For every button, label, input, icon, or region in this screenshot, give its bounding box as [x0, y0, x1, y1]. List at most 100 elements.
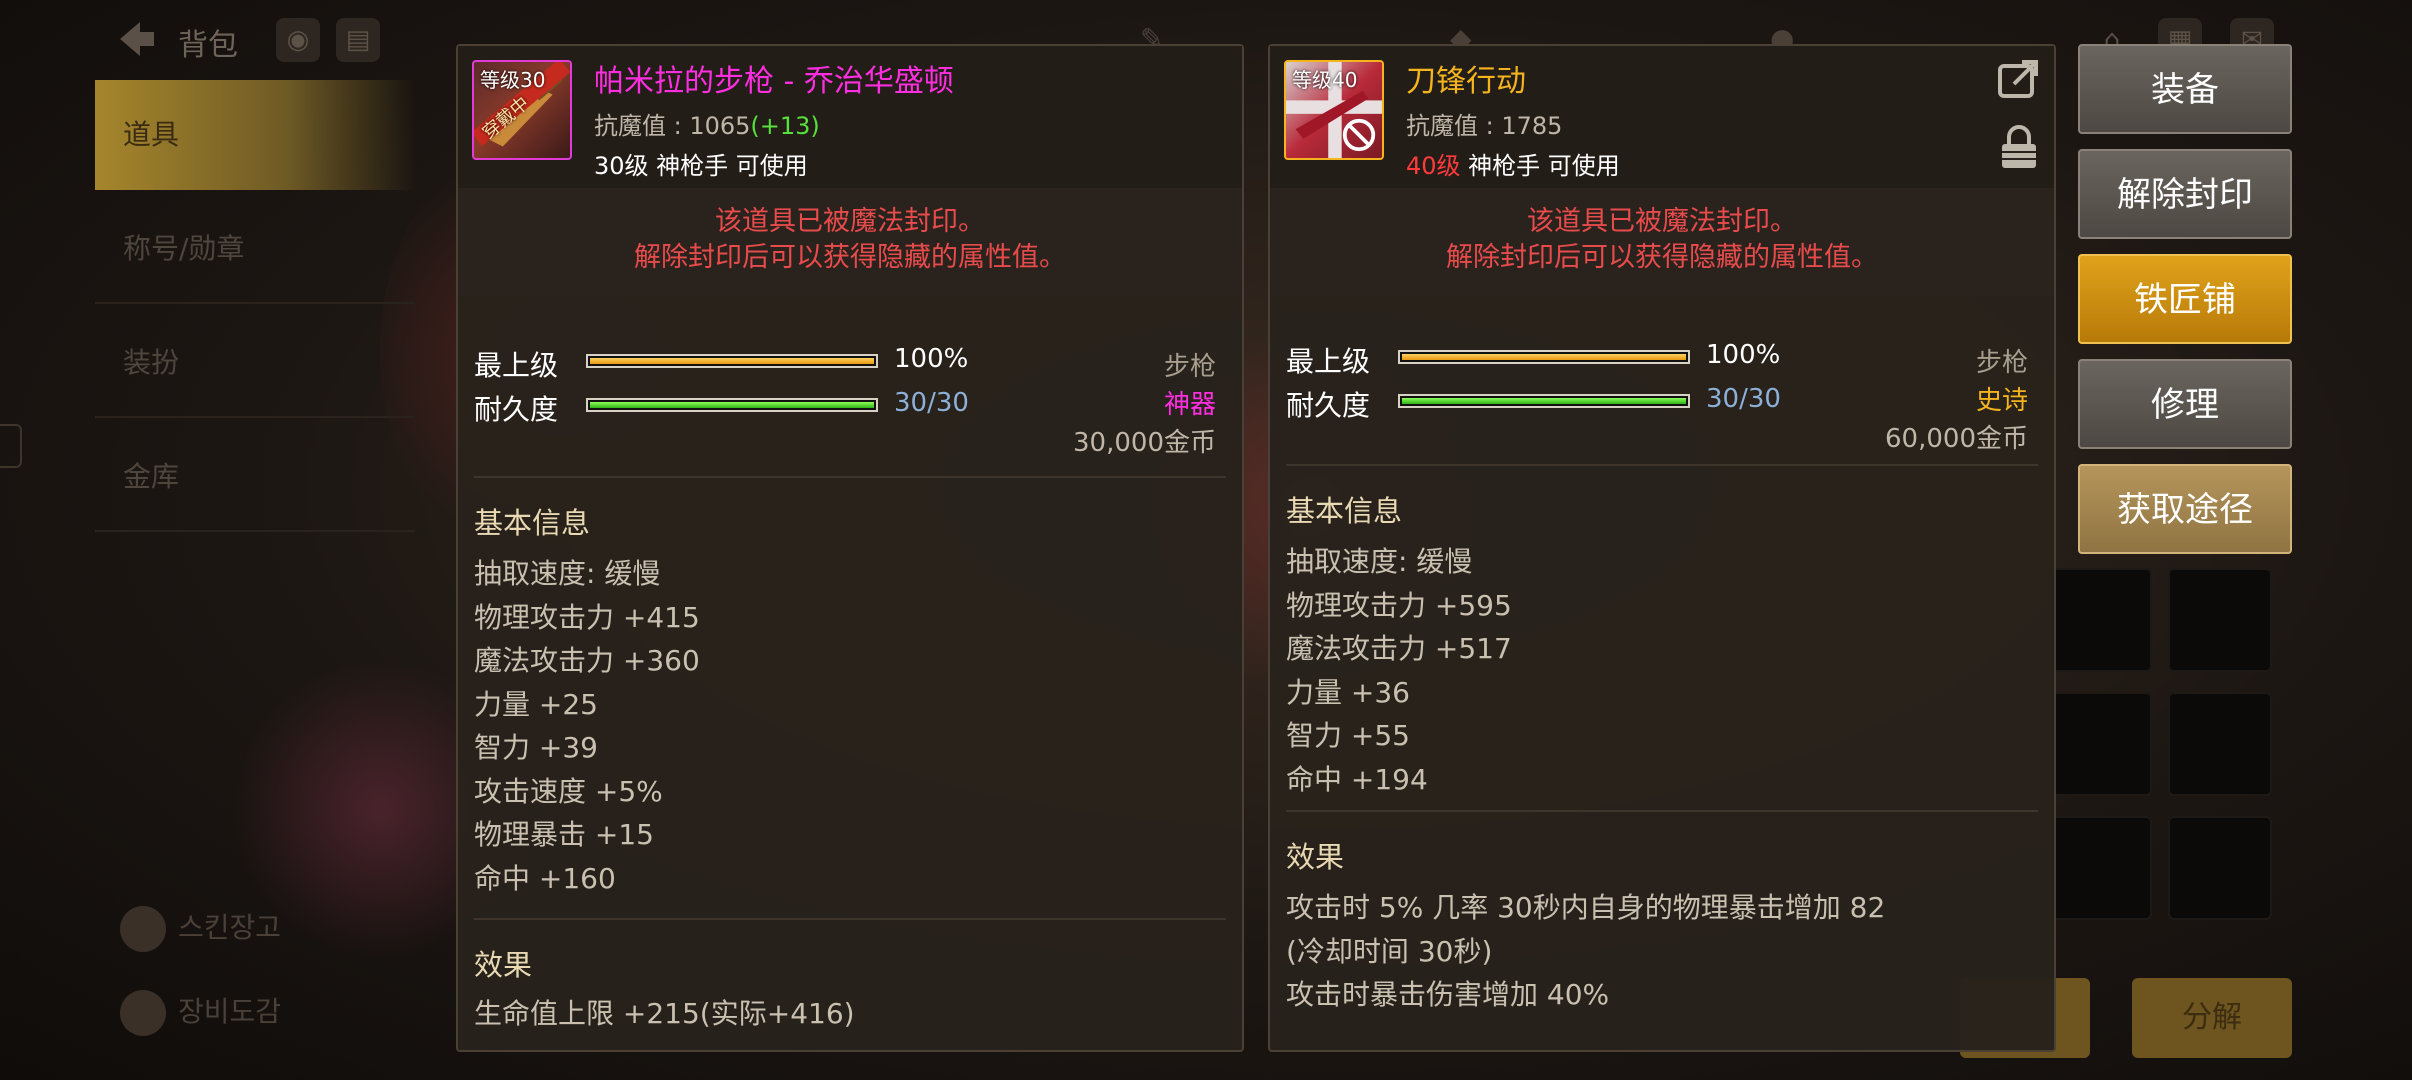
effect-line: 生命值上限 +215(实际+416) — [474, 997, 855, 1030]
sidebar-bottom-label: 스킨장고 — [178, 911, 282, 944]
equip-button[interactable]: 装备 — [2078, 44, 2292, 134]
lock-icon[interactable] — [1996, 124, 2042, 170]
repair-button[interactable]: 修理 — [2078, 359, 2292, 449]
level-req-class: 神枪手 可使用 — [1460, 152, 1620, 180]
sidebar-item-costume[interactable]: 装扮 — [95, 308, 415, 418]
item-header: 等级40 刀锋行动 抗魔值 : 1785 40级 神枪手 可使用 — [1270, 46, 2054, 188]
basic-info-title: 基本信息 — [474, 506, 591, 540]
skin-storage-icon — [120, 906, 166, 952]
seal-line-2: 解除封印后可以获得隐藏的属性值。 — [634, 242, 1066, 273]
grade-row: 最上级 100% — [1286, 340, 1926, 378]
stat-line: 力量 +25 — [474, 687, 598, 721]
divider — [474, 476, 1226, 478]
decompose-button[interactable]: 分解 — [2132, 978, 2292, 1058]
sidebar-bottom-item-1[interactable]: 스킨장고 — [120, 906, 281, 952]
stat-line: 魔法攻击力 +360 — [474, 644, 700, 677]
decompose-label: 分解 — [2182, 1000, 2242, 1035]
item-name: 帕米拉的步枪 - 乔治华盛顿 — [594, 64, 954, 99]
inventory-slot[interactable] — [2168, 816, 2272, 920]
sidebar-item-items[interactable]: 道具 — [95, 80, 415, 190]
back-arrow-icon — [120, 22, 154, 56]
effect-line: 攻击时暴击伤害增加 40% — [1286, 978, 1610, 1011]
durability-bar — [586, 398, 878, 412]
effect-line: 攻击时 5% 几率 30秒内自身的物理暴击增加 82 — [1286, 891, 1886, 924]
effect-title: 效果 — [1286, 840, 1345, 874]
durability-row: 耐久度 30/30 — [474, 388, 1114, 426]
page-title: 背包 — [178, 28, 238, 63]
obtain-source-button[interactable]: 获取途径 — [2078, 464, 2292, 554]
eye-icon[interactable]: ◉ — [276, 18, 320, 62]
grade-label: 最上级 — [1286, 345, 1371, 378]
grade-label: 最上级 — [474, 349, 559, 382]
share-icon[interactable] — [1996, 56, 2042, 102]
stat-line: 力量 +36 — [1286, 675, 1410, 709]
weapon-type: 步枪 — [1163, 352, 1216, 382]
weapon-type: 步枪 — [1975, 348, 2028, 378]
item-name: 刀锋行动 — [1406, 64, 1526, 99]
price: 30,000金币 — [1073, 428, 1216, 458]
inventory-slot[interactable] — [2048, 692, 2152, 796]
effect-clip: 生命值上限 +215(实际+416) — [458, 992, 1242, 1042]
sidebar-bottom-label: 장비도감 — [178, 995, 282, 1028]
item-level-badge: 等级40 — [1292, 68, 1358, 92]
level-requirement: 40级 神枪手 可使用 — [1406, 146, 1620, 181]
durability-bar — [1398, 394, 1690, 408]
sort-icon[interactable]: ▤ — [336, 18, 380, 62]
inventory-slot[interactable] — [2168, 692, 2272, 796]
seal-notice: 该道具已被魔法封印。 解除封印后可以获得隐藏的属性值。 — [1270, 188, 2054, 296]
level-requirement: 30级 神枪手 可使用 — [594, 146, 808, 181]
durability-value: 30/30 — [1706, 384, 1781, 414]
divider — [1286, 810, 2038, 812]
effect-title: 效果 — [474, 948, 533, 982]
stat-line: 抽取速度: 缓慢 — [1286, 545, 1473, 578]
inventory-slot[interactable] — [2168, 568, 2272, 672]
prohibited-icon — [1342, 118, 1376, 152]
stat-line: 物理攻击力 +415 — [474, 600, 700, 634]
stat-line: 物理暴击 +15 — [474, 818, 654, 851]
sidebar-bottom-item-2[interactable]: 장비도감 — [120, 990, 281, 1036]
durability-bar-fill — [1402, 398, 1686, 404]
magic-resist-value: 抗魔值 : 1785 — [1406, 112, 1563, 140]
stat-line: 命中 +160 — [474, 861, 616, 895]
stat-line: 抽取速度: 缓慢 — [474, 557, 661, 590]
seal-line-2: 解除封印后可以获得隐藏的属性值。 — [1446, 242, 1878, 273]
unseal-button[interactable]: 解除封印 — [2078, 149, 2292, 239]
item-header: 等级30 穿戴中 帕米拉的步枪 - 乔治华盛顿 抗魔值 : 1065(+13) … — [458, 46, 1242, 188]
back-button[interactable] — [110, 14, 160, 64]
effect-line: (冷却时间 30秒) — [1286, 934, 1493, 968]
level-req-value: 40级 — [1406, 152, 1461, 180]
magic-resist: 抗魔值 : 1065(+13) — [594, 106, 820, 141]
grade-row: 最上级 100% — [474, 344, 1114, 382]
item-icon[interactable]: 等级40 — [1284, 60, 1384, 160]
seal-notice: 该道具已被魔法封印。 解除封印后可以获得隐藏的属性值。 — [458, 188, 1242, 296]
grade-value: 100% — [894, 344, 969, 374]
item-icon[interactable]: 等级30 穿戴中 — [472, 60, 572, 160]
durability-value: 30/30 — [894, 388, 969, 418]
grade-bar — [1398, 350, 1690, 364]
selected-item-panel: 等级40 刀锋行动 抗魔值 : 1785 40级 神枪手 可使用 该道具已被魔法… — [1268, 44, 2056, 1052]
durability-label: 耐久度 — [1286, 389, 1371, 422]
item-level-badge: 等级30 — [480, 68, 546, 92]
magic-resist-bonus: (+13) — [750, 112, 820, 140]
inventory-slot[interactable] — [2048, 568, 2152, 672]
equipped-item-panel: 等级30 穿戴中 帕米拉的步枪 - 乔治华盛顿 抗魔值 : 1065(+13) … — [456, 44, 1244, 1052]
basic-info-title: 基本信息 — [1286, 494, 1403, 528]
blacksmith-button[interactable]: 铁匠铺 — [2078, 254, 2292, 344]
durability-bar-fill — [590, 402, 874, 408]
price: 60,000金币 — [1885, 424, 2028, 454]
stat-line: 智力 +39 — [474, 731, 598, 764]
inventory-slot[interactable] — [2048, 816, 2152, 920]
grade-bar-fill — [1402, 354, 1686, 360]
sidebar-item-titles[interactable]: 称号/勋章 — [95, 194, 415, 304]
left-edge-tab[interactable] — [0, 424, 22, 468]
sidebar-item-vault[interactable]: 金库 — [95, 422, 415, 532]
collection-icon — [120, 990, 166, 1036]
grade-value: 100% — [1706, 340, 1781, 370]
stat-line: 攻击速度 +5% — [474, 774, 663, 808]
seal-line-1: 该道具已被魔法封印。 — [1527, 206, 1797, 237]
grade-bar-fill — [590, 358, 874, 364]
magic-resist-value: 抗魔值 : 1065 — [594, 112, 751, 140]
level-req-value: 30级 — [594, 152, 649, 180]
stat-line: 命中 +194 — [1286, 762, 1428, 796]
stat-line: 物理攻击力 +595 — [1286, 588, 1512, 622]
